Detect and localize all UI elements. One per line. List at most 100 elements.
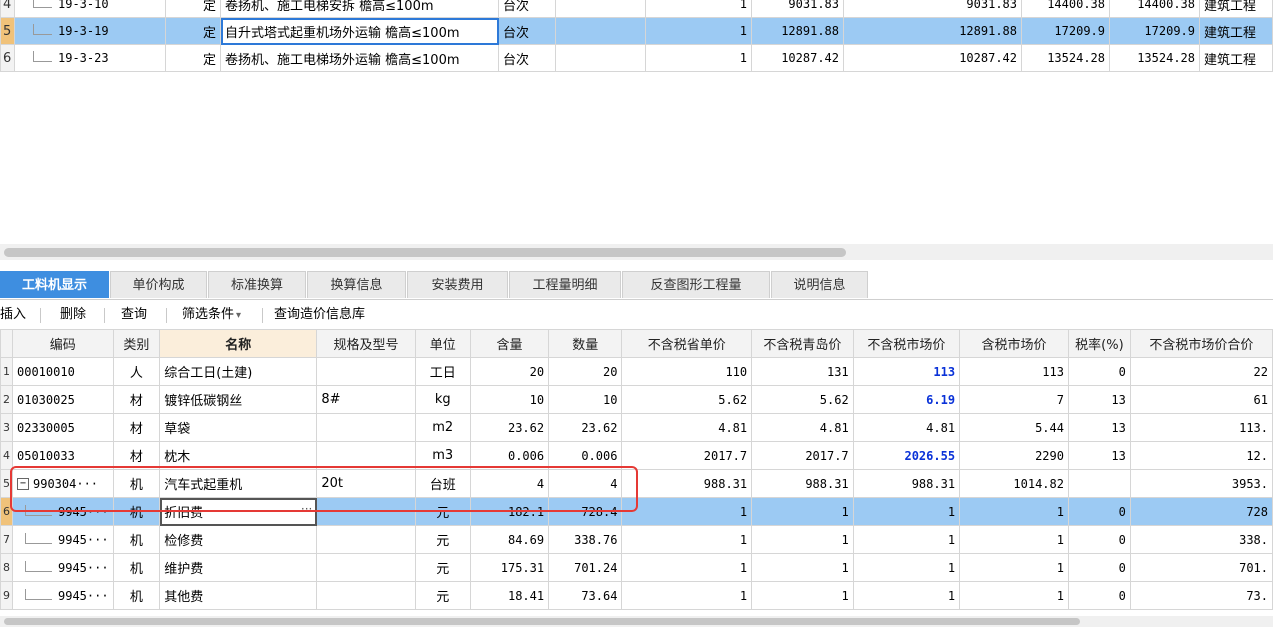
market-price[interactable]: 113 (852, 357, 961, 386)
content-header[interactable]: 含量 (469, 329, 550, 358)
resource-name[interactable]: 汽车式起重机 (159, 469, 318, 498)
resource-content[interactable]: 182.1 (469, 497, 550, 526)
insert-button[interactable]: 插入 (0, 305, 26, 325)
name-header[interactable]: 名称 (159, 329, 318, 358)
tax-rate: 0 (1067, 497, 1131, 526)
market-price[interactable]: 6.19 (852, 385, 961, 414)
resource-spec: 20t (316, 469, 416, 498)
query-price-database-button[interactable]: 查询造价信息库 (274, 305, 365, 325)
filter-dropdown[interactable]: 筛选条件 ▾ (182, 305, 241, 325)
quota-name[interactable]: 卷扬机、施工电梯安拆 檐高≤100m (220, 0, 499, 18)
market-total: 701. (1129, 553, 1273, 582)
tab-resources[interactable]: 工料机显示 (0, 271, 109, 298)
resource-content[interactable]: 4 (469, 469, 550, 498)
resource-content[interactable]: 175.31 (469, 553, 550, 582)
ellipsis-icon[interactable]: ··· (301, 502, 312, 516)
resource-row[interactable]: 2 01030025 材镀锌低碳钢丝 8# kg 10 10 5.62 5.62 6.19 7 13 6… (0, 385, 1273, 414)
resource-name-text: 折旧费 (164, 506, 204, 521)
resource-row[interactable]: 5−990304··· 机汽车式起重机 20t 台班 4 4 988.31 988.31 988… (0, 469, 1273, 498)
quota-row[interactable]: 5 19-3-19 定自升式塔式起重机场外运输 檐高≤100m 台次 1 12891.88… (0, 17, 1273, 45)
resource-code: 9945··· (12, 553, 114, 582)
market-price[interactable]: 1 (852, 525, 961, 554)
resource-code: 9945··· (12, 525, 114, 554)
upper-scrollbar-thumb[interactable] (4, 248, 846, 257)
resource-name[interactable]: 草袋 (159, 413, 318, 442)
provincial-price-header[interactable]: 不含税省单价 (621, 329, 753, 358)
resource-row[interactable]: 9 9945··· 机其他费元 18.41 73.64 1 1 1 1 0 73. (0, 581, 1273, 610)
market-price[interactable]: 4.81 (852, 413, 961, 442)
tab-description[interactable]: 说明信息 (771, 271, 868, 298)
spec-header[interactable]: 规格及型号 (316, 329, 416, 358)
resource-row[interactable]: 3 02330005 材草袋 m2 23.62 23.62 4.81 4.81 4.81 5.44… (0, 413, 1273, 442)
delete-button[interactable]: 删除 (60, 305, 86, 325)
resource-quantity: 73.64 (548, 581, 623, 610)
resource-code: 9945··· (12, 497, 114, 526)
resource-name[interactable]: 维护费 (159, 553, 318, 582)
market-price[interactable]: 1 (852, 497, 961, 526)
resource-code-text: 9945··· (58, 560, 109, 575)
resource-content[interactable]: 84.69 (469, 525, 550, 554)
resource-content[interactable]: 20 (469, 357, 550, 386)
row-number-header[interactable] (0, 329, 13, 358)
resource-name[interactable]: 折旧费 ··· (159, 497, 318, 526)
resource-content[interactable]: 18.41 (469, 581, 550, 610)
resource-content[interactable]: 10 (469, 385, 550, 414)
type-header[interactable]: 类别 (112, 329, 161, 358)
quota-spec (555, 0, 646, 18)
tax-rate-header[interactable]: 税率(%) (1067, 329, 1131, 358)
resource-name[interactable]: 检修费 (159, 525, 318, 554)
tree-connector (33, 0, 52, 8)
tab-reverse-graphic-quantity[interactable]: 反查图形工程量 (622, 271, 770, 298)
market-price[interactable]: 2026.55 (852, 441, 961, 470)
market-price[interactable]: 1 (852, 553, 961, 582)
toolbar-divider (104, 308, 105, 323)
resource-row[interactable]: 8 9945··· 机维护费元 175.31 701.24 1 1 1 1 0 701. (0, 553, 1273, 582)
provincial-price: 1 (621, 525, 753, 554)
resource-name[interactable]: 其他费 (159, 581, 318, 610)
resource-row[interactable]: 7 9945··· 机检修费元 84.69 338.76 1 1 1 1 0 338. (0, 525, 1273, 554)
resource-row[interactable]: 6 9945··· 机折旧费 ··· 元 182.1 728.4 1 1 1 1 0 728 (0, 497, 1273, 526)
quota-market-price: 17209.9 (1021, 17, 1110, 45)
quota-category: 建筑工程 (1199, 44, 1273, 72)
qingdao-price: 2017.7 (751, 441, 854, 470)
resource-content[interactable]: 23.62 (469, 413, 550, 442)
tab-standard-conversion[interactable]: 标准换算 (208, 271, 306, 298)
quota-name[interactable]: 自升式塔式起重机场外运输 檐高≤100m (220, 17, 499, 45)
lower-horizontal-scrollbar[interactable] (0, 616, 1273, 627)
quota-row[interactable]: 6 19-3-23 定卷扬机、施工电梯场外运输 檐高≤100m 台次 1 10287.42… (0, 44, 1273, 72)
resource-row[interactable]: 4 05010033 材枕木 m3 0.006 0.006 2017.7 2017.7 2026… (0, 441, 1273, 470)
upper-horizontal-scrollbar[interactable] (0, 244, 1273, 260)
market-price-header[interactable]: 不含税市场价 (852, 329, 961, 358)
resource-name[interactable]: 镀锌低碳钢丝 (159, 385, 318, 414)
resource-name[interactable]: 综合工日(土建) (159, 357, 318, 386)
collapse-toggle-icon[interactable]: − (17, 478, 29, 490)
market-price[interactable]: 988.31 (852, 469, 961, 498)
quota-row[interactable]: 4 19-3-10 定卷扬机、施工电梯安拆 檐高≤100m 台次 1 9031.83 903… (0, 0, 1273, 18)
qingdao-price-header[interactable]: 不含税青岛价 (751, 329, 854, 358)
qingdao-price: 5.62 (751, 385, 854, 414)
resource-quantity: 23.62 (548, 413, 623, 442)
query-button[interactable]: 查询 (121, 305, 147, 325)
unit-header[interactable]: 单位 (414, 329, 471, 358)
lower-scrollbar-thumb[interactable] (4, 618, 1080, 625)
market-price-with-tax: 7 (959, 385, 1069, 414)
resource-content[interactable]: 0.006 (469, 441, 550, 470)
market-total-header[interactable]: 不含税市场价合价 (1129, 329, 1273, 358)
provincial-price: 988.31 (621, 469, 753, 498)
quota-code: 19-3-23 (14, 44, 166, 72)
tab-conversion-info[interactable]: 换算信息 (307, 271, 406, 298)
resource-name[interactable]: 枕木 (159, 441, 318, 470)
quota-total-price: 12891.88 (843, 17, 1022, 45)
market-price-tax-header[interactable]: 含税市场价 (959, 329, 1069, 358)
tab-installation-fee[interactable]: 安装费用 (407, 271, 508, 298)
tab-unit-price-composition[interactable]: 单价构成 (110, 271, 207, 298)
market-price[interactable]: 1 (852, 581, 961, 610)
top-quota-table: 4 19-3-10 定卷扬机、施工电梯安拆 檐高≤100m 台次 1 9031.83 903… (0, 0, 1273, 72)
resource-row[interactable]: 1 00010010 人综合工日(土建) 工日 20 20 110 131 113 113 0 22 (0, 357, 1273, 386)
market-price-with-tax: 113 (959, 357, 1069, 386)
quota-name[interactable]: 卷扬机、施工电梯场外运输 檐高≤100m (220, 44, 499, 72)
resource-unit: 工日 (414, 357, 471, 386)
tab-quantity-detail[interactable]: 工程量明细 (509, 271, 621, 298)
code-header[interactable]: 编码 (12, 329, 114, 358)
quantity-header[interactable]: 数量 (548, 329, 623, 358)
